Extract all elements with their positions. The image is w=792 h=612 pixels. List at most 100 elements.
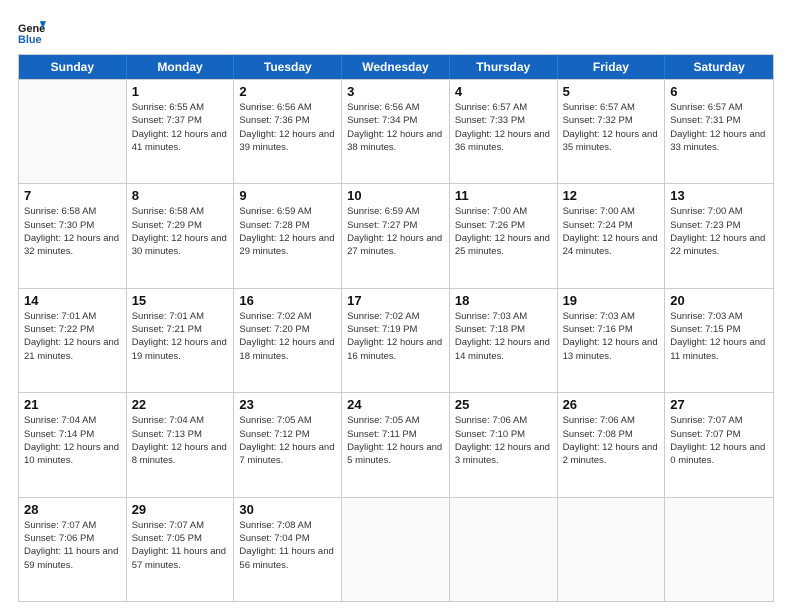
cal-cell: 11Sunrise: 7:00 AMSunset: 7:26 PMDayligh… xyxy=(450,184,558,287)
cal-cell: 7 Sunrise: 6:58 AMSunset: 7:30 PMDaylight… xyxy=(19,184,127,287)
cal-cell: 26Sunrise: 7:06 AMSunset: 7:08 PMDayligh… xyxy=(558,393,666,496)
day-number: 13 xyxy=(670,188,768,203)
day-info: Sunrise: 7:03 AMSunset: 7:18 PMDaylight:… xyxy=(455,310,552,363)
day-number: 23 xyxy=(239,397,336,412)
day-info: Sunrise: 7:04 AMSunset: 7:14 PMDaylight:… xyxy=(24,414,121,467)
cal-cell: 27Sunrise: 7:07 AMSunset: 7:07 PMDayligh… xyxy=(665,393,773,496)
day-info: Sunrise: 7:00 AMSunset: 7:23 PMDaylight:… xyxy=(670,205,768,258)
cal-cell: 10 Sunrise: 6:59 AMSunset: 7:27 PMDayligh… xyxy=(342,184,450,287)
logo: General Blue xyxy=(18,18,46,46)
cal-cell: 9 Sunrise: 6:59 AMSunset: 7:28 PMDaylight… xyxy=(234,184,342,287)
day-number: 18 xyxy=(455,293,552,308)
day-info: Sunrise: 7:06 AMSunset: 7:10 PMDaylight:… xyxy=(455,414,552,467)
day-info: Sunrise: 7:04 AMSunset: 7:13 PMDaylight:… xyxy=(132,414,229,467)
day-info: Sunrise: 7:07 AMSunset: 7:05 PMDaylight:… xyxy=(132,519,229,572)
day-info: Sunrise: 7:01 AMSunset: 7:22 PMDaylight:… xyxy=(24,310,121,363)
day-info: Sunrise: 6:57 AMSunset: 7:33 PMDaylight:… xyxy=(455,101,552,154)
day-info: Sunrise: 7:07 AMSunset: 7:06 PMDaylight:… xyxy=(24,519,121,572)
day-number: 11 xyxy=(455,188,552,203)
cal-cell: 14 Sunrise: 7:01 AMSunset: 7:22 PMDayligh… xyxy=(19,289,127,392)
day-number: 16 xyxy=(239,293,336,308)
day-info: Sunrise: 7:03 AMSunset: 7:16 PMDaylight:… xyxy=(563,310,660,363)
calendar-body: 1 Sunrise: 6:55 AMSunset: 7:37 PMDaylight… xyxy=(19,79,773,601)
header-day-saturday: Saturday xyxy=(665,55,773,79)
week-row-1: 1 Sunrise: 6:55 AMSunset: 7:37 PMDaylight… xyxy=(19,79,773,183)
logo-icon: General Blue xyxy=(18,18,46,46)
day-number: 19 xyxy=(563,293,660,308)
header-day-friday: Friday xyxy=(558,55,666,79)
day-info: Sunrise: 6:56 AMSunset: 7:36 PMDaylight:… xyxy=(239,101,336,154)
header-day-thursday: Thursday xyxy=(450,55,558,79)
day-info: Sunrise: 6:59 AMSunset: 7:28 PMDaylight:… xyxy=(239,205,336,258)
cal-cell: 19 Sunrise: 7:03 AMSunset: 7:16 PMDayligh… xyxy=(558,289,666,392)
cal-cell: 18 Sunrise: 7:03 AMSunset: 7:18 PMDayligh… xyxy=(450,289,558,392)
day-info: Sunrise: 6:57 AMSunset: 7:32 PMDaylight:… xyxy=(563,101,660,154)
cal-cell: 16 Sunrise: 7:02 AMSunset: 7:20 PMDayligh… xyxy=(234,289,342,392)
day-info: Sunrise: 7:05 AMSunset: 7:11 PMDaylight:… xyxy=(347,414,444,467)
cal-cell: 1 Sunrise: 6:55 AMSunset: 7:37 PMDaylight… xyxy=(127,80,235,183)
day-info: Sunrise: 6:55 AMSunset: 7:37 PMDaylight:… xyxy=(132,101,229,154)
day-info: Sunrise: 7:00 AMSunset: 7:24 PMDaylight:… xyxy=(563,205,660,258)
day-number: 10 xyxy=(347,188,444,203)
day-number: 2 xyxy=(239,84,336,99)
day-number: 5 xyxy=(563,84,660,99)
cal-cell xyxy=(450,498,558,601)
day-number: 1 xyxy=(132,84,229,99)
cal-cell: 4 Sunrise: 6:57 AMSunset: 7:33 PMDaylight… xyxy=(450,80,558,183)
day-info: Sunrise: 6:58 AMSunset: 7:30 PMDaylight:… xyxy=(24,205,121,258)
cal-cell xyxy=(665,498,773,601)
day-number: 28 xyxy=(24,502,121,517)
cal-cell: 15 Sunrise: 7:01 AMSunset: 7:21 PMDayligh… xyxy=(127,289,235,392)
day-number: 21 xyxy=(24,397,121,412)
cal-cell xyxy=(342,498,450,601)
day-number: 17 xyxy=(347,293,444,308)
cal-cell: 17 Sunrise: 7:02 AMSunset: 7:19 PMDayligh… xyxy=(342,289,450,392)
day-info: Sunrise: 7:06 AMSunset: 7:08 PMDaylight:… xyxy=(563,414,660,467)
day-info: Sunrise: 7:05 AMSunset: 7:12 PMDaylight:… xyxy=(239,414,336,467)
day-info: Sunrise: 7:01 AMSunset: 7:21 PMDaylight:… xyxy=(132,310,229,363)
day-number: 29 xyxy=(132,502,229,517)
calendar-header: SundayMondayTuesdayWednesdayThursdayFrid… xyxy=(19,55,773,79)
day-info: Sunrise: 6:59 AMSunset: 7:27 PMDaylight:… xyxy=(347,205,444,258)
day-number: 30 xyxy=(239,502,336,517)
header-day-sunday: Sunday xyxy=(19,55,127,79)
calendar: SundayMondayTuesdayWednesdayThursdayFrid… xyxy=(18,54,774,602)
day-number: 25 xyxy=(455,397,552,412)
svg-text:Blue: Blue xyxy=(18,34,42,46)
day-info: Sunrise: 7:07 AMSunset: 7:07 PMDaylight:… xyxy=(670,414,768,467)
day-number: 6 xyxy=(670,84,768,99)
day-info: Sunrise: 6:57 AMSunset: 7:31 PMDaylight:… xyxy=(670,101,768,154)
header-day-wednesday: Wednesday xyxy=(342,55,450,79)
day-number: 15 xyxy=(132,293,229,308)
day-number: 14 xyxy=(24,293,121,308)
cal-cell: 24 Sunrise: 7:05 AMSunset: 7:11 PMDayligh… xyxy=(342,393,450,496)
cal-cell: 23 Sunrise: 7:05 AMSunset: 7:12 PMDayligh… xyxy=(234,393,342,496)
cal-cell: 2 Sunrise: 6:56 AMSunset: 7:36 PMDaylight… xyxy=(234,80,342,183)
cal-cell: 30Sunrise: 7:08 AMSunset: 7:04 PMDayligh… xyxy=(234,498,342,601)
day-number: 22 xyxy=(132,397,229,412)
day-number: 3 xyxy=(347,84,444,99)
week-row-2: 7 Sunrise: 6:58 AMSunset: 7:30 PMDaylight… xyxy=(19,183,773,287)
header: General Blue xyxy=(18,18,774,46)
header-day-monday: Monday xyxy=(127,55,235,79)
day-number: 7 xyxy=(24,188,121,203)
day-info: Sunrise: 6:56 AMSunset: 7:34 PMDaylight:… xyxy=(347,101,444,154)
day-number: 24 xyxy=(347,397,444,412)
cal-cell: 3 Sunrise: 6:56 AMSunset: 7:34 PMDaylight… xyxy=(342,80,450,183)
week-row-5: 28 Sunrise: 7:07 AMSunset: 7:06 PMDayligh… xyxy=(19,497,773,601)
cal-cell: 29 Sunrise: 7:07 AMSunset: 7:05 PMDayligh… xyxy=(127,498,235,601)
week-row-3: 14 Sunrise: 7:01 AMSunset: 7:22 PMDayligh… xyxy=(19,288,773,392)
cal-cell: 20Sunrise: 7:03 AMSunset: 7:15 PMDayligh… xyxy=(665,289,773,392)
cal-cell: 22 Sunrise: 7:04 AMSunset: 7:13 PMDayligh… xyxy=(127,393,235,496)
cal-cell: 25 Sunrise: 7:06 AMSunset: 7:10 PMDayligh… xyxy=(450,393,558,496)
day-info: Sunrise: 7:02 AMSunset: 7:19 PMDaylight:… xyxy=(347,310,444,363)
day-number: 8 xyxy=(132,188,229,203)
day-number: 9 xyxy=(239,188,336,203)
day-info: Sunrise: 6:58 AMSunset: 7:29 PMDaylight:… xyxy=(132,205,229,258)
header-day-tuesday: Tuesday xyxy=(234,55,342,79)
day-info: Sunrise: 7:02 AMSunset: 7:20 PMDaylight:… xyxy=(239,310,336,363)
page: General Blue SundayMondayTuesdayWednesda… xyxy=(0,0,792,612)
day-number: 4 xyxy=(455,84,552,99)
day-number: 12 xyxy=(563,188,660,203)
cal-cell: 5 Sunrise: 6:57 AMSunset: 7:32 PMDaylight… xyxy=(558,80,666,183)
